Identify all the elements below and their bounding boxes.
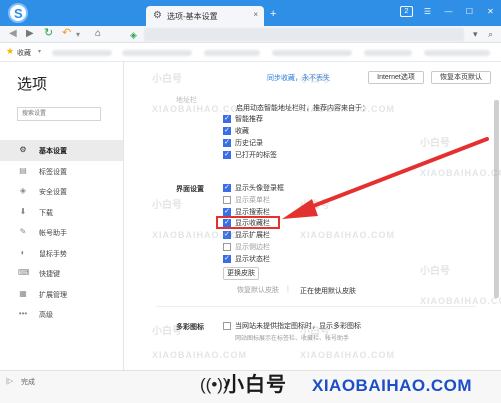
brand-name-en: XIAOBAIHAO.COM xyxy=(312,376,472,395)
brand-name-cn: 小白号 xyxy=(224,374,287,396)
arrow-head xyxy=(282,199,318,219)
arrow-shaft xyxy=(306,137,489,210)
brand-watermark: ((•)) 小白号 XIAOBAIHAO.COM xyxy=(200,373,500,399)
annotation-arrow xyxy=(282,137,489,219)
